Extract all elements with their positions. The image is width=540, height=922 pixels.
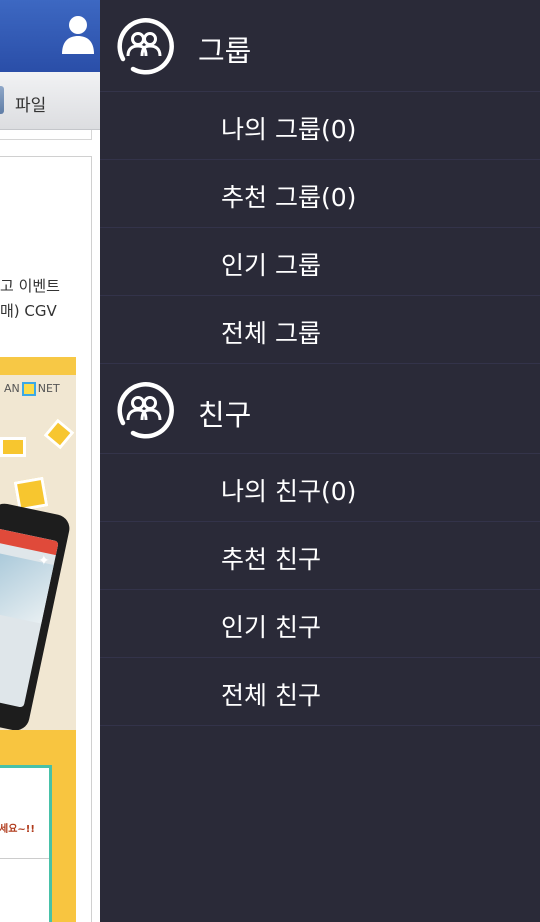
- menu-item-label: 인기 친구: [221, 613, 321, 642]
- phone-illustration: [0, 501, 72, 733]
- user-profile-icon[interactable]: [60, 14, 96, 56]
- menu-item-label: 나의 그룹(0): [221, 115, 357, 144]
- navigation-drawer: 그룹 나의 그룹(0) 추천 그룹(0) 인기 그룹 전체 그룹 친구 나의 친…: [100, 0, 540, 922]
- menu-item-recommended-groups[interactable]: 추천 그룹(0): [100, 160, 540, 228]
- menu-item-label: 추천 친구: [221, 545, 321, 574]
- groups-title: 그룹: [198, 34, 252, 68]
- menu-item-popular-groups[interactable]: 인기 그룹: [100, 228, 540, 296]
- file-tab[interactable]: 파일: [0, 72, 100, 130]
- sparkle-icon: ✦: [38, 553, 50, 569]
- brand-square-icon: [21, 382, 36, 396]
- menu-item-all-friends[interactable]: 전체 친구: [100, 658, 540, 726]
- menu-item-label: 전체 그룹: [221, 319, 321, 348]
- banner-notice-box: 세요~!!: [0, 765, 52, 922]
- menu-item-recommended-friends[interactable]: 추천 친구: [100, 522, 540, 590]
- file-tab-icon: [0, 86, 4, 114]
- event-banner-image[interactable]: AN NET ✦ 세요~!!: [0, 357, 76, 922]
- banner-brand-right: NET: [37, 382, 60, 395]
- group-icon: [117, 18, 174, 75]
- friends-title: 친구: [198, 398, 252, 432]
- banner-brand: AN NET: [4, 382, 60, 396]
- menu-item-my-friends[interactable]: 나의 친구(0): [100, 454, 540, 522]
- banner-top-stripe: [0, 357, 76, 375]
- banner-notice-text: 세요~!!: [0, 824, 35, 835]
- file-tab-label: 파일: [15, 96, 47, 116]
- menu-item-label: 인기 그룹: [221, 251, 321, 280]
- groups-section: 그룹 나의 그룹(0) 추천 그룹(0) 인기 그룹 전체 그룹: [100, 0, 540, 364]
- menu-item-label: 추천 그룹(0): [221, 183, 357, 212]
- friends-icon: [117, 382, 174, 439]
- banner-decoration: [43, 418, 75, 450]
- menu-item-my-groups[interactable]: 나의 그룹(0): [100, 92, 540, 160]
- event-card-text: 매) CGV: [0, 302, 57, 320]
- background-page: 파일 고 이벤트 매) CGV AN NET ✦ 세요~!!: [0, 0, 100, 922]
- banner-brand-left: AN: [4, 382, 20, 395]
- friends-section: 친구 나의 친구(0) 추천 친구 인기 친구 전체 친구: [100, 364, 540, 726]
- friends-header[interactable]: 친구: [100, 364, 540, 454]
- menu-item-popular-friends[interactable]: 인기 친구: [100, 590, 540, 658]
- menu-item-label: 전체 친구: [221, 681, 321, 710]
- top-bar: [0, 0, 100, 72]
- menu-item-label: 나의 친구(0): [221, 477, 357, 506]
- banner-decoration: [0, 437, 26, 457]
- menu-item-all-groups[interactable]: 전체 그룹: [100, 296, 540, 364]
- groups-header[interactable]: 그룹: [100, 0, 540, 92]
- event-card-text: 고 이벤트: [0, 277, 60, 295]
- content-strip: [0, 130, 92, 140]
